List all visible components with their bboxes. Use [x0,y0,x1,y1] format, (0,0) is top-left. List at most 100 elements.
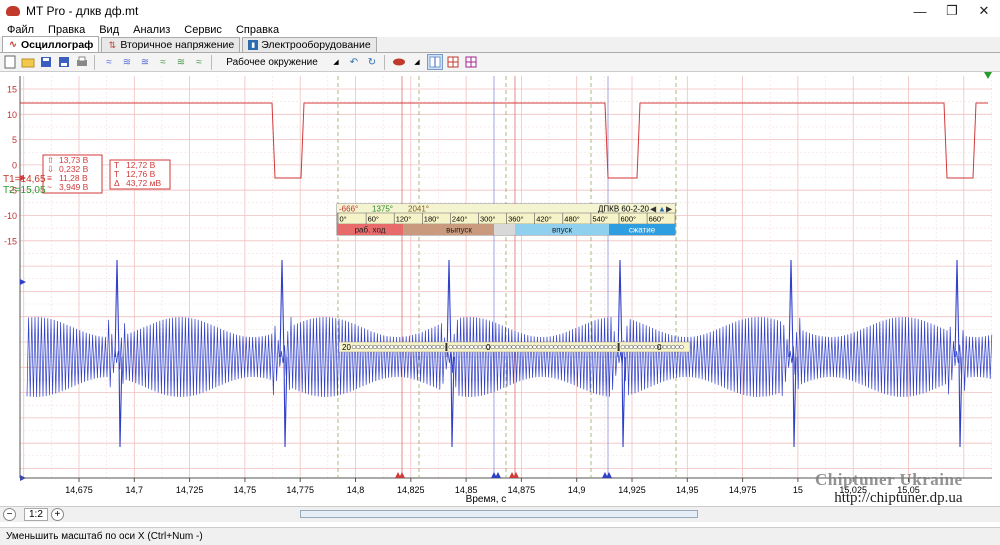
tab-label: Вторичное напряжение [120,39,235,51]
measure-box-1[interactable]: ⇧ 13,73 В ⇩ 0,232 В ≡ 11,28 В ~ 3,949 В [42,154,103,194]
save-icon[interactable] [38,54,54,70]
undo-icon[interactable]: ↶ [346,54,362,70]
toolbar-separator [211,54,212,70]
window-controls: — ❐ ✕ [904,0,1000,22]
save-as-icon[interactable] [56,54,72,70]
dpkv-panel[interactable]: -666° 1375° 2041° ДПКВ 60-2-20 ◀ ▲ ▶ 0° 6… [336,203,676,236]
scale-tick-label: 660° [649,215,665,224]
tooth-mark [595,344,600,350]
tooth-mark [549,344,554,350]
tooth-mark [423,344,428,350]
cursor-mode-icon[interactable] [427,54,443,70]
open-folder-icon[interactable] [20,54,36,70]
tooth-mark [612,344,617,350]
grid-icon[interactable] [445,54,461,70]
cross-grid-icon[interactable] [463,54,479,70]
scale-tick-label: 480° [564,215,580,224]
rotate-icon[interactable]: ↻ [364,54,380,70]
zoom-ratio[interactable]: 1:2 [24,508,48,521]
coil-icon: ⇅ [108,39,117,50]
dropdown-arrow-icon[interactable]: ◢ [409,54,425,70]
tooth-mark [385,344,390,350]
horizontal-scrollbar[interactable] [300,510,698,518]
watermark-line2: http://chiptuner.dp.ua [834,490,963,506]
tooth-strip[interactable]: 20 0 0 [338,341,691,353]
scale-tick-label: 0° [340,215,347,224]
menu-file[interactable]: Файл [7,24,34,36]
tooth-mark [368,344,373,350]
menu-view[interactable]: Вид [99,24,119,36]
scale-tick-label: 60° [368,215,379,224]
measure-box-2[interactable]: T 12,72 В T 12,76 В Δ 43,72 мВ [109,159,171,190]
close-icon[interactable]: ✕ [968,0,1000,22]
tooth-mark [650,344,655,350]
y-tick-label: -15 [4,236,17,246]
new-file-icon[interactable] [2,54,18,70]
tooth-mark [524,344,529,350]
environment-dropdown[interactable]: Рабочее окружение [218,54,326,70]
menu-service[interactable]: Сервис [184,24,222,36]
tooth-mark [469,344,474,350]
tooth-mark [532,344,537,350]
filter-check-icon[interactable]: ≈ [191,54,207,70]
lock-icon[interactable]: ▲ [658,205,666,214]
tooth-mark [679,344,684,350]
filter-link-icon[interactable]: ≊ [137,54,153,70]
tooth-mark [545,344,550,350]
delta-icon: Δ [114,178,120,188]
tab-secondary-voltage[interactable]: ⇅ Вторичное напряжение [101,37,241,52]
scale-tick-label: 600° [621,215,637,224]
t2-label: T2=15,05 [3,185,46,196]
tooth-mark [629,344,634,350]
tooth-mark [372,344,378,350]
app-logo-icon [6,6,20,16]
tooth-mark [389,344,394,350]
menu-help[interactable]: Справка [236,24,279,36]
y-tick-label: 10 [7,110,17,120]
y-tick-label: -10 [4,211,17,221]
maximize-icon[interactable]: ❐ [936,0,968,22]
tooth-mark [578,344,583,350]
tooth-mark [557,344,562,350]
oscilloscope-plot[interactable]: 15 10 5 0 -5 -10 -15 14,675 14,7 14,725 14,75 14,7… [0,72,1000,510]
tooth-mark [377,344,382,350]
tooth-mark [511,344,516,350]
tab-oscilloscope[interactable]: ∿ Осциллограф [2,36,100,52]
car-icon[interactable] [391,54,407,70]
phase-label: впуск [552,226,572,235]
print-icon[interactable] [74,54,90,70]
x-tick-label: 14,7 [126,485,144,495]
filter-green-icon[interactable]: ≋ [173,54,189,70]
zoom-in-icon[interactable]: + [50,508,64,521]
filter-wave-icon[interactable]: ≈ [101,54,117,70]
minimize-icon[interactable]: — [904,0,936,22]
status-text: Уменьшить масштаб по оси X (Ctrl+Num -) [6,531,203,542]
tooth-mark [507,344,512,350]
plot-canvas[interactable]: 151050-5-10-15 14,675 14,7 14,725 14,75 14,7… [0,72,1000,510]
menu-edit[interactable]: Правка [48,24,85,36]
scale-tick-label: 360° [508,215,524,224]
menu-analysis[interactable]: Анализ [133,24,170,36]
scale-tick-label: 540° [592,215,608,224]
zoom-out-icon[interactable]: − [3,508,16,521]
tooth-mark [435,344,441,350]
angle-delta-value: 2041° [408,205,429,214]
dropdown-arrow-icon[interactable]: ◢ [328,54,344,70]
x-tick-label: 14,825 [397,485,425,495]
tooth-mark [461,344,466,350]
tooth-mark [662,344,667,350]
battery-icon: ▮ [248,40,259,50]
tab-electrical[interactable]: ▮ Электрооборудование [242,37,377,52]
filter-cross-icon[interactable]: ≋ [119,54,135,70]
t1-label: T1=14,65 [3,174,46,185]
tooth-mark [419,344,424,350]
angle-left-arrow-icon[interactable]: ◀ [650,205,657,214]
toolbar-separator [384,54,385,70]
x-tick-label: 14,95 [676,485,699,495]
tooth-mark [427,344,432,350]
angle-right-arrow-icon[interactable]: ▶ [666,205,673,214]
status-bar: Уменьшить масштаб по оси X (Ctrl+Num -) [0,527,1000,545]
filter-edit-icon[interactable]: ≈ [155,54,171,70]
title-bar: MT Pro - длкв дф.mt — ❐ ✕ [0,0,1000,22]
tooth-mark [431,344,436,350]
